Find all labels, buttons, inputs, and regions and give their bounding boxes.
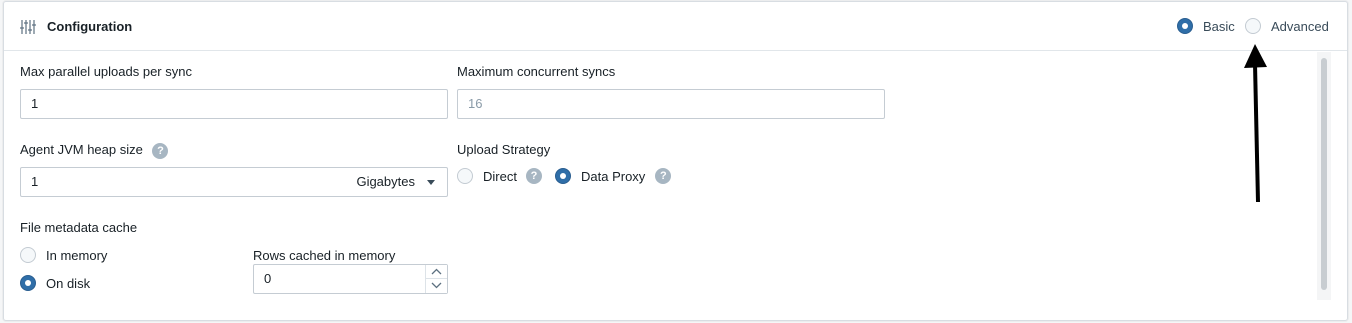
rows-cached-label: Rows cached in memory [253, 248, 396, 263]
help-icon[interactable]: ? [152, 142, 169, 159]
upload-strategy-direct-option[interactable]: Direct ? [457, 168, 542, 184]
jvm-heap-label-text: Agent JVM heap size [20, 142, 143, 157]
increment-button[interactable] [426, 265, 447, 279]
jvm-heap-value: 1 [31, 174, 39, 189]
sliders-icon [20, 20, 36, 34]
cache-in-memory-radio[interactable] [20, 247, 36, 263]
jvm-heap-unit-select[interactable]: Gigabytes [356, 168, 415, 196]
max-parallel-uploads-label: Max parallel uploads per sync [20, 64, 192, 79]
file-metadata-cache-label: File metadata cache [20, 220, 138, 235]
upload-strategy-label: Upload Strategy [457, 142, 551, 157]
scrollbar-thumb[interactable] [1321, 58, 1327, 290]
panel-header: Configuration Basic Advanced [4, 2, 1347, 51]
mode-advanced-radio[interactable] [1245, 18, 1261, 34]
cache-on-disk-option[interactable]: On disk [20, 275, 90, 291]
max-parallel-uploads-value: 1 [31, 96, 39, 111]
upload-strategy-data-proxy-option[interactable]: Data Proxy ? [555, 168, 672, 184]
cache-on-disk-radio[interactable] [20, 275, 36, 291]
jvm-heap-input[interactable]: 1 Gigabytes [20, 167, 448, 197]
upload-data-proxy-radio[interactable] [555, 168, 571, 184]
rows-cached-input[interactable]: 0 [253, 264, 448, 294]
max-concurrent-syncs-input[interactable]: 16 [457, 89, 885, 119]
mode-advanced-option[interactable]: Advanced [1245, 18, 1329, 34]
chevron-down-icon [431, 282, 442, 289]
max-parallel-uploads-input[interactable]: 1 [20, 89, 448, 119]
annotation-arrow-icon [1244, 44, 1267, 203]
cache-in-memory-option[interactable]: In memory [20, 247, 107, 263]
scrollbar[interactable] [1317, 52, 1331, 300]
jvm-heap-label: Agent JVM heap size ? [20, 142, 169, 159]
max-concurrent-syncs-label: Maximum concurrent syncs [457, 64, 616, 79]
rows-cached-stepper[interactable] [425, 265, 447, 293]
mode-basic-label: Basic [1203, 18, 1235, 34]
mode-basic-radio[interactable] [1177, 18, 1193, 34]
help-icon[interactable]: ? [655, 168, 672, 184]
cache-on-disk-label: On disk [46, 275, 91, 291]
upload-data-proxy-label: Data Proxy [581, 168, 646, 184]
decrement-button[interactable] [426, 279, 447, 293]
cache-in-memory-label: In memory [46, 247, 108, 263]
upload-direct-radio[interactable] [457, 168, 473, 184]
chevron-up-icon [431, 268, 442, 275]
rows-cached-value: 0 [264, 271, 272, 286]
mode-advanced-label: Advanced [1271, 18, 1329, 34]
upload-direct-label: Direct [483, 168, 517, 184]
help-icon[interactable]: ? [525, 168, 542, 184]
max-concurrent-syncs-placeholder: 16 [468, 96, 483, 111]
panel-title: Configuration [47, 19, 133, 34]
mode-basic-option[interactable]: Basic [1177, 18, 1235, 34]
caret-down-icon[interactable] [427, 180, 435, 185]
configuration-panel: Configuration Basic Advanced Max paralle… [3, 1, 1348, 321]
